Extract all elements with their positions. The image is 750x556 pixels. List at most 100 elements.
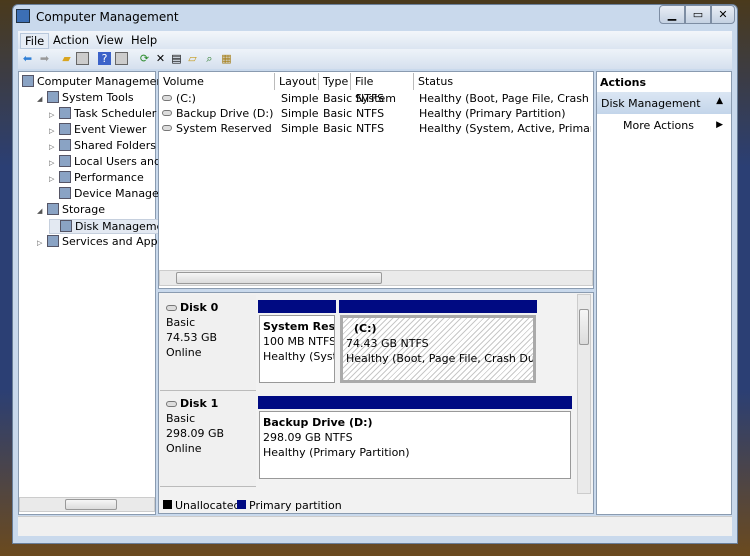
scroll-thumb[interactable]: [579, 309, 589, 345]
cell: NTFS: [356, 122, 385, 135]
drive-icon: [162, 95, 172, 101]
close-button[interactable]: ✕: [711, 5, 735, 24]
menu-action[interactable]: Action: [53, 33, 89, 47]
expand-arrow-icon[interactable]: ▷: [49, 111, 59, 119]
tree-item[interactable]: ▷ Event Viewer: [49, 123, 146, 136]
scroll-thumb[interactable]: [176, 272, 382, 284]
refresh-icon[interactable]: ⟳: [138, 52, 151, 65]
expand-arrow-icon[interactable]: ◢: [37, 207, 47, 215]
partition-size: 74.43 GB NTFS: [346, 337, 429, 350]
actions-header: Actions: [600, 76, 646, 89]
tree-item[interactable]: ▷ Shared Folders: [49, 139, 156, 152]
open-icon[interactable]: ▱: [186, 52, 199, 65]
partition-bar: [258, 396, 572, 409]
app-icon: [16, 9, 30, 23]
partition-bar: [339, 300, 537, 313]
properties-icon[interactable]: ▤: [170, 52, 183, 65]
expand-arrow-icon[interactable]: ▷: [37, 239, 47, 247]
window-title: Computer Management: [36, 10, 179, 24]
drive-icon: [162, 125, 172, 131]
users-icon: [59, 155, 71, 167]
cell: Simple: [281, 92, 319, 105]
tree-item[interactable]: Computer Management: [22, 75, 168, 88]
disk-icon: [166, 305, 177, 311]
tree-item[interactable]: ▷ Performance: [49, 171, 144, 184]
tree-item-label: Shared Folders: [74, 139, 156, 152]
cell: NTFS: [356, 107, 385, 120]
drive-icon: [162, 110, 172, 116]
column-layout[interactable]: Layout: [275, 73, 319, 90]
event-viewer-icon: [59, 123, 71, 135]
menu-help[interactable]: Help: [131, 33, 157, 47]
maximize-button[interactable]: ▭: [685, 5, 711, 24]
tree-item[interactable]: ◢ Storage: [37, 203, 105, 216]
cell: NTFS: [356, 92, 385, 105]
partition-size: 100 MB NTFS: [263, 335, 335, 348]
scroll-thumb[interactable]: [65, 499, 117, 510]
cell: Backup Drive (D:): [176, 107, 274, 120]
column-type[interactable]: Type: [319, 73, 351, 90]
show-hide-tree-icon[interactable]: [76, 52, 89, 65]
partition[interactable]: Backup Drive (D:) 298.09 GB NTFS Healthy (…: [259, 411, 571, 479]
partition[interactable]: (C:) 74.43 GB NTFS Healthy (Boot, Page Fil…: [340, 315, 536, 383]
disk-status: Online: [166, 442, 202, 455]
back-icon[interactable]: ⬅: [21, 52, 34, 65]
volume-hscrollbar[interactable]: [159, 270, 593, 286]
cell: Simple: [281, 107, 319, 120]
expand-arrow-icon[interactable]: ▷: [49, 159, 59, 167]
menu-file[interactable]: File: [20, 33, 50, 49]
column-status[interactable]: Status: [414, 73, 593, 90]
tree-item-label: Performance: [74, 171, 144, 184]
settings-icon[interactable]: ▦: [220, 52, 233, 65]
search-icon[interactable]: ⌕: [203, 52, 216, 65]
tree-item[interactable]: ▷ Task Scheduler: [49, 107, 156, 120]
minimize-button[interactable]: ▁: [659, 5, 685, 24]
partition-status: Healthy (Syster: [263, 350, 334, 363]
volume-row[interactable]: Backup Drive (D:) Simple Basic NTFS Healthy …: [159, 106, 593, 121]
volume-row[interactable]: System Reserved (S:) Simple BasicNTFS Healt…: [159, 121, 593, 136]
partition-name: (C:): [354, 322, 377, 335]
expand-arrow-icon[interactable]: ◢: [37, 95, 47, 103]
legend-unallocated-swatch: [163, 500, 172, 509]
partition[interactable]: System Reser 100 MB NTFS Healthy (Syster: [259, 315, 335, 383]
menu-bar: [18, 31, 732, 49]
expand-arrow-icon[interactable]: ▷: [49, 127, 59, 135]
column-volume[interactable]: Volume: [159, 73, 275, 90]
cell: (C:): [176, 92, 196, 105]
disk-label[interactable]: Disk 1 Basic 298.09 GB Online: [160, 391, 256, 487]
menu-view[interactable]: View: [96, 33, 123, 47]
delete-icon[interactable]: ✕: [154, 52, 167, 65]
disk-status: Online: [166, 346, 202, 359]
volume-row[interactable]: (C:) Simple Basic NTFS Healthy (Boot, Page F…: [159, 91, 593, 106]
tree-item[interactable]: Device Manager: [49, 187, 163, 200]
disk-vscrollbar[interactable]: [577, 294, 591, 494]
partition-name: System Reser: [263, 320, 335, 333]
expand-arrow-icon[interactable]: ▷: [49, 143, 59, 151]
storage-icon: [47, 203, 59, 215]
section-label: Disk Management: [601, 97, 701, 110]
tree-hscrollbar[interactable]: [19, 497, 155, 512]
forward-icon[interactable]: ➡: [38, 52, 51, 65]
up-folder-icon[interactable]: ▰: [60, 52, 73, 65]
legend-unallocated: Unallocated: [175, 499, 241, 512]
show-hide-action-icon[interactable]: [115, 52, 128, 65]
cell: Basic: [323, 92, 353, 105]
tree-item[interactable]: ◢ System Tools: [37, 91, 134, 104]
actions-section-disk-management[interactable]: Disk Management ▲: [597, 92, 731, 114]
column-file-system[interactable]: File System: [351, 73, 414, 105]
collapse-icon: ▲: [716, 96, 723, 106]
help-icon[interactable]: ?: [98, 52, 111, 65]
expand-arrow-icon[interactable]: ▷: [49, 175, 59, 183]
clock-icon: [59, 107, 71, 119]
tree-item-label: Task Scheduler: [74, 107, 157, 120]
more-actions-item[interactable]: More Actions ▶: [597, 116, 731, 136]
disk-type: Basic: [166, 316, 196, 329]
tree-item-label: Storage: [62, 203, 106, 216]
disk-type: Basic: [166, 412, 196, 425]
partition-bar: [258, 300, 336, 313]
disk-label[interactable]: Disk 0 Basic 74.53 GB Online: [160, 295, 256, 391]
cell: System Reserved (S:): [176, 122, 274, 135]
partition-size: 298.09 GB NTFS: [263, 431, 353, 444]
disk-icon: [166, 401, 177, 407]
tree-item-label: System Tools: [62, 91, 134, 104]
